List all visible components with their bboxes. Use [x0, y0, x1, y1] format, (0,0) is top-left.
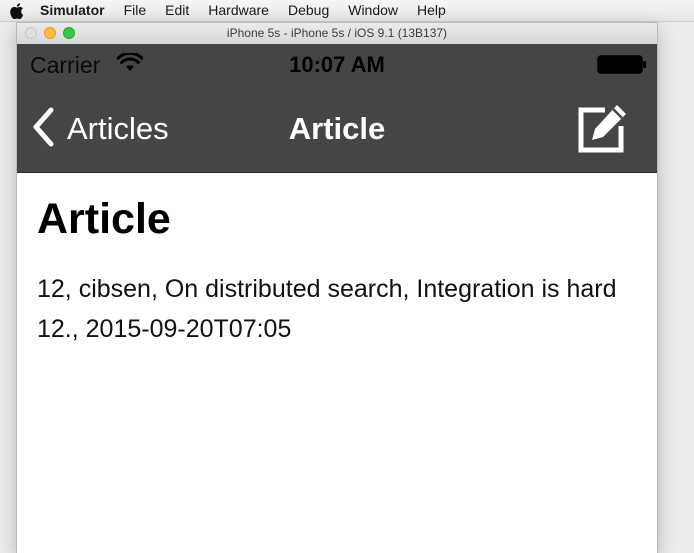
menu-bar: Simulator File Edit Hardware Debug Windo…	[0, 0, 694, 22]
menu-edit[interactable]: Edit	[165, 0, 189, 21]
status-time: 10:07 AM	[289, 52, 385, 77]
apple-icon[interactable]	[10, 2, 24, 19]
edit-button[interactable]	[576, 103, 628, 155]
simulator-window: iPhone 5s - iPhone 5s / iOS 9.1 (13B137)…	[17, 23, 657, 553]
window-title: iPhone 5s - iPhone 5s / iOS 9.1 (13B137)	[226, 26, 448, 40]
menu-window[interactable]: Window	[348, 0, 398, 21]
article-body: 12, cibsen, On distributed search, Integ…	[37, 275, 617, 343]
article-heading: Article	[37, 195, 171, 243]
navigation-bar: Articles Article	[17, 86, 657, 173]
menu-hardware[interactable]: Hardware	[208, 0, 269, 21]
edit-icon	[576, 105, 628, 159]
nav-title: Article	[288, 111, 386, 146]
article-content: Article 12, cibsen, On distributed searc…	[17, 173, 657, 553]
menu-app-name[interactable]: Simulator	[40, 0, 105, 21]
window-titlebar[interactable]: iPhone 5s - iPhone 5s / iOS 9.1 (13B137)	[17, 23, 657, 45]
battery-icon	[597, 55, 647, 80]
menu-file[interactable]: File	[124, 0, 147, 21]
ios-status-bar: Carrier 10:07 AM	[17, 44, 657, 86]
menu-help[interactable]: Help	[417, 0, 446, 21]
menu-debug[interactable]: Debug	[288, 0, 329, 21]
